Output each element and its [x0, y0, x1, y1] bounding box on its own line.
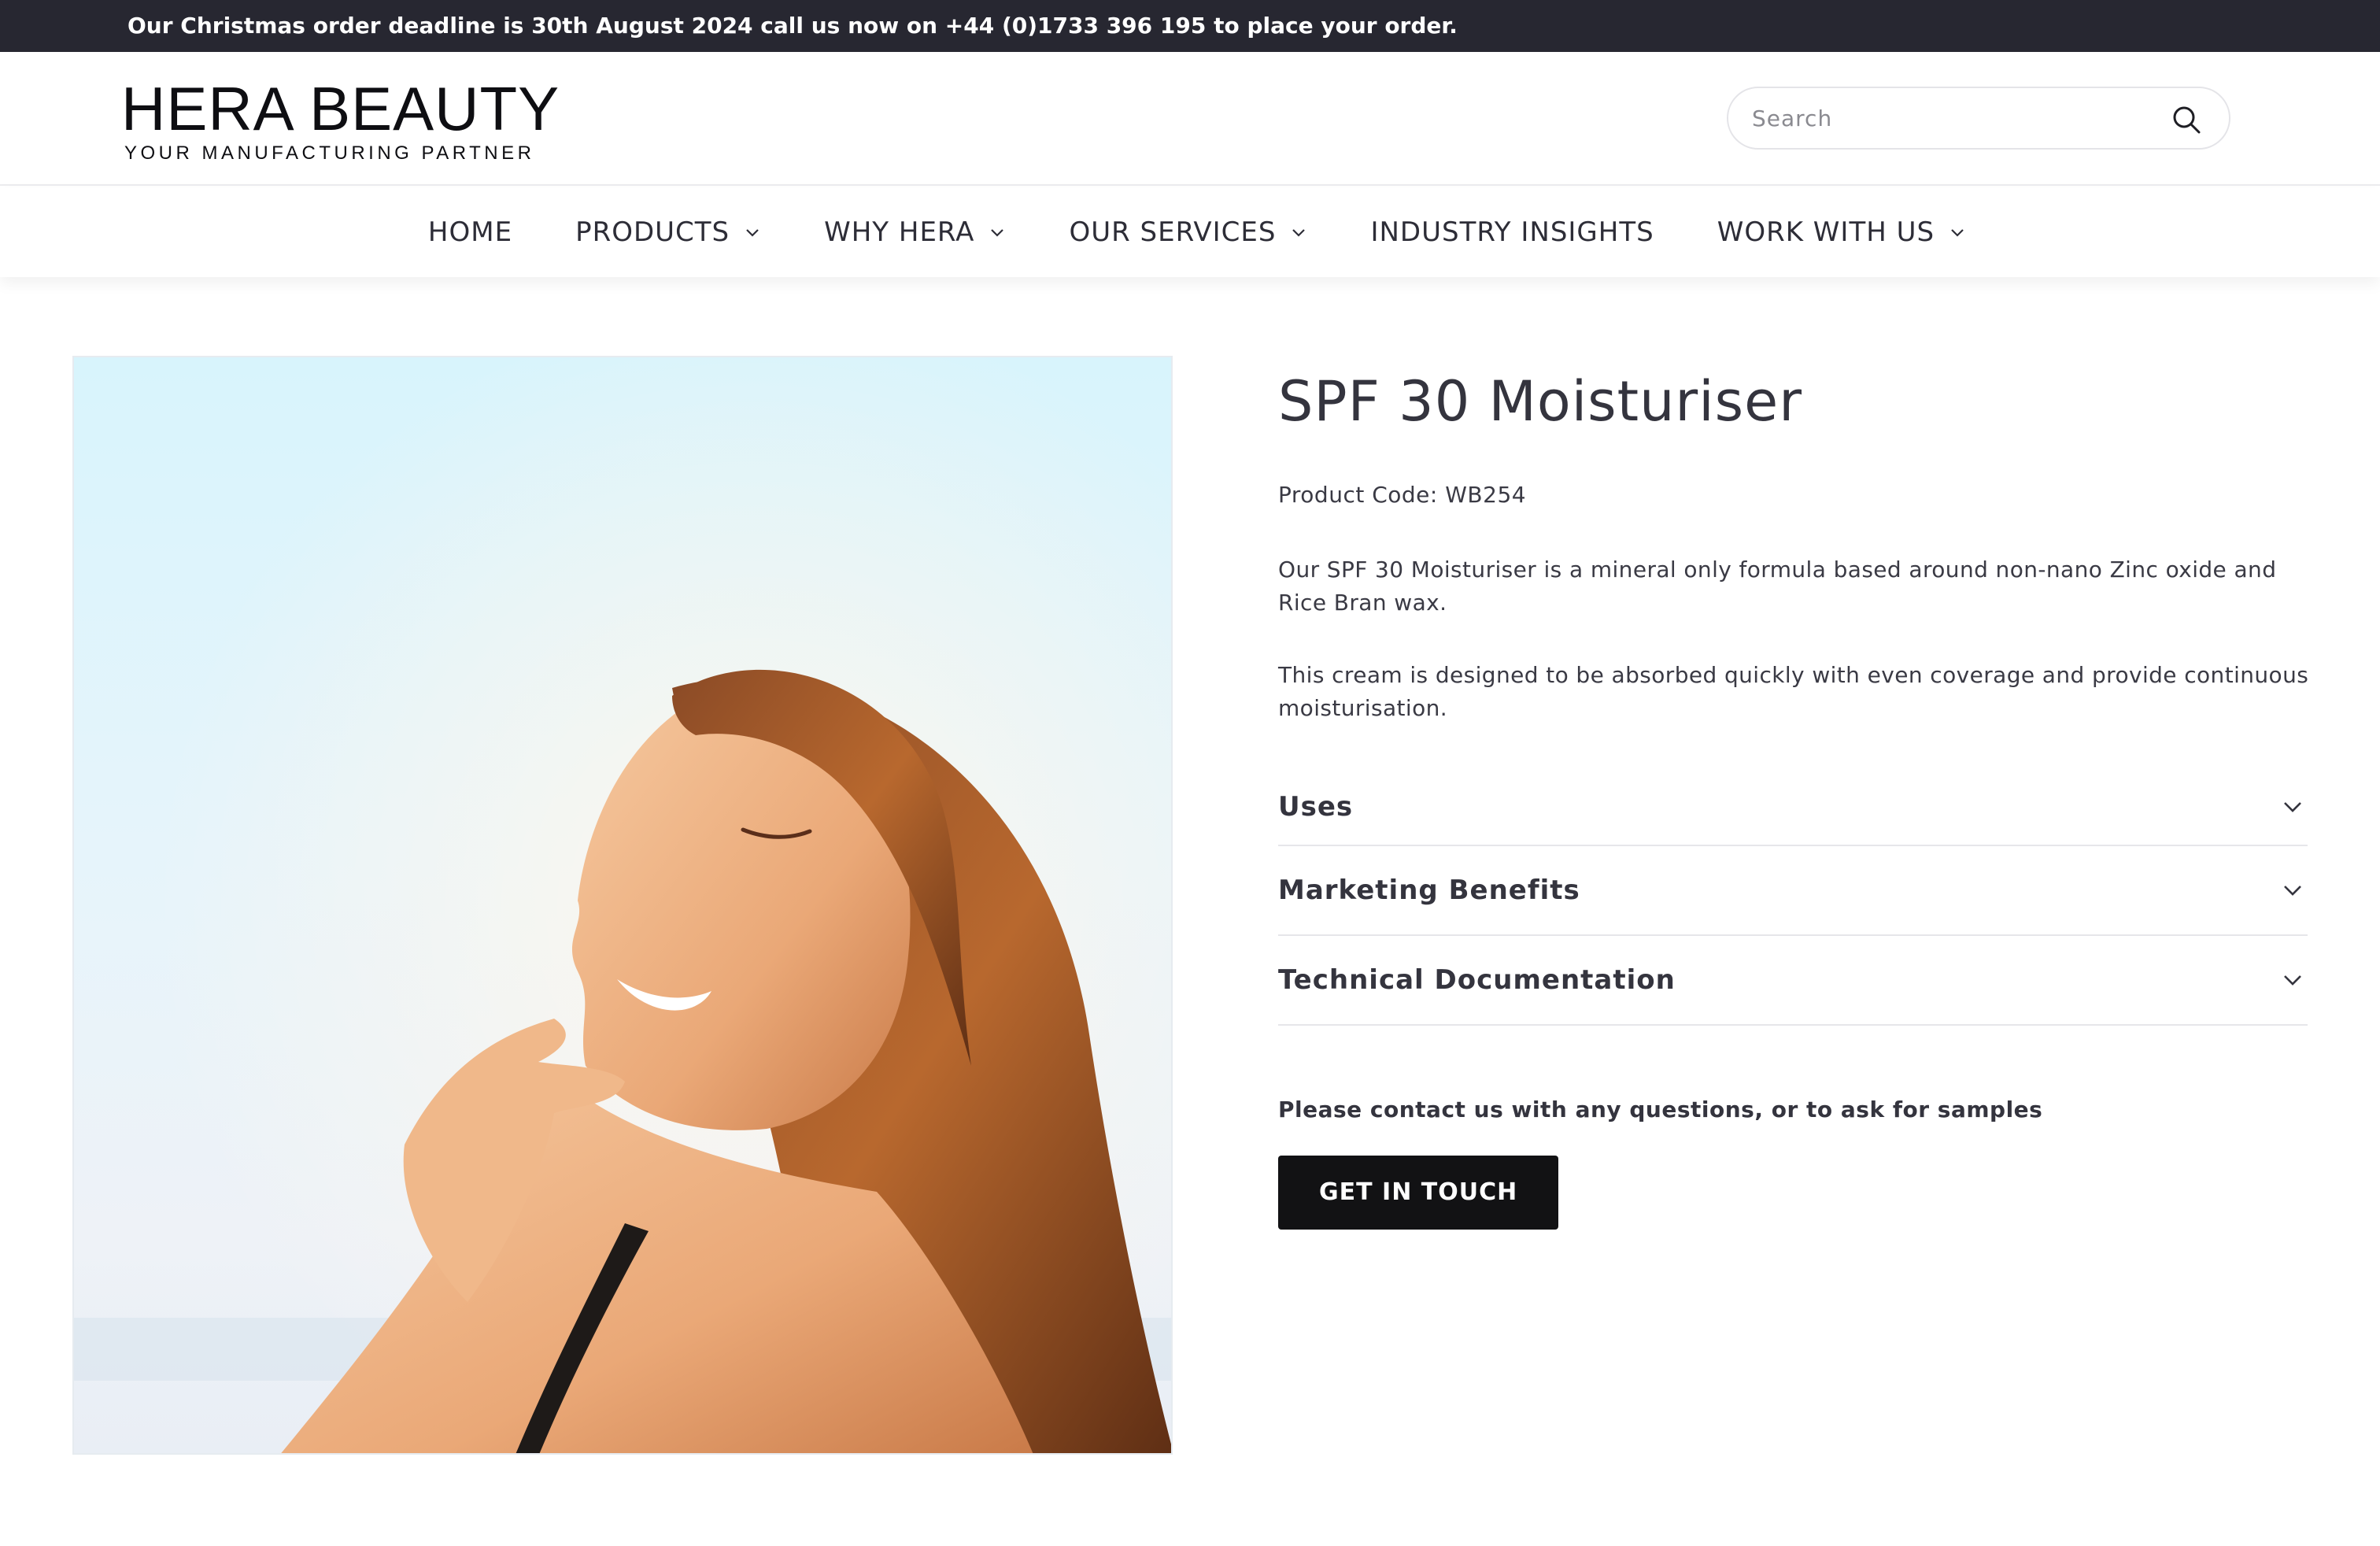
nav-item-industry-insights[interactable]: INDUSTRY INSIGHTS — [1370, 216, 1654, 248]
chevron-down-icon — [746, 229, 759, 237]
nav-item-label: HOME — [427, 216, 513, 248]
nav-item-home[interactable]: HOME — [428, 216, 512, 248]
product-description: Our SPF 30 Moisturiser is a mineral only… — [1278, 557, 2277, 616]
nav-item-why-hera[interactable]: WHY HERA — [824, 216, 1006, 248]
chevron-down-icon — [2284, 886, 2301, 896]
accordion-label: Marketing Benefits — [1278, 875, 1580, 906]
chevron-down-icon — [991, 229, 1004, 237]
accordion-label: Technical Documentation — [1278, 964, 1676, 996]
search-box — [1727, 87, 2230, 150]
nav-item-our-services[interactable]: OUR SERVICES — [1069, 216, 1307, 248]
nav-item-work-with-us[interactable]: WORK WITH US — [1717, 216, 1966, 248]
product-title: SPF 30 Moisturiser — [1278, 369, 1802, 434]
contact-prompt: Please contact us with any questions, or… — [1278, 1097, 2043, 1123]
nav-item-label: WHY HERA — [824, 216, 975, 248]
product-code: Product Code: WB254 — [1278, 482, 1527, 508]
nav-item-label: INDUSTRY INSIGHTS — [1370, 216, 1654, 248]
chevron-down-icon — [1951, 229, 1964, 237]
accordion-technical-documentation[interactable]: Technical Documentation — [1278, 936, 2308, 1026]
nav-item-label: WORK WITH US — [1717, 216, 1935, 248]
nav-item-products[interactable]: PRODUCTS — [575, 216, 761, 248]
chevron-down-icon — [2284, 975, 2301, 986]
get-in-touch-button[interactable]: GET IN TOUCH — [1278, 1156, 1559, 1230]
brand-tagline: YOUR MANUFACTURING PARTNER — [124, 142, 535, 164]
search-input[interactable] — [1752, 98, 2145, 139]
accordion-marketing-benefits[interactable]: Marketing Benefits — [1278, 846, 2308, 936]
accordion-label: Uses — [1278, 791, 1354, 823]
accordion-uses[interactable]: Uses — [1278, 769, 2308, 846]
main-nav: HOME PRODUCTS WHY HERA OUR SERVICES INDU… — [0, 187, 2380, 277]
chevron-down-icon — [1292, 229, 1306, 237]
product-accordion: Uses Marketing Benefits Technical Docume… — [1278, 769, 2308, 1026]
nav-item-label: PRODUCTS — [575, 216, 730, 248]
chevron-down-icon — [2284, 802, 2301, 812]
product-image — [72, 356, 1173, 1455]
brand-name: HERA BEAUTY — [121, 74, 560, 143]
site-header: HERA BEAUTY YOUR MANUFACTURING PARTNER — [0, 52, 2380, 186]
nav-item-label: OUR SERVICES — [1069, 216, 1277, 248]
search-icon[interactable] — [2171, 104, 2202, 135]
brand-logo[interactable]: HERA BEAUTY YOUR MANUFACTURING PARTNER — [121, 76, 560, 165]
product-info: SPF 30 Moisturiser Product Code: WB254 O… — [1278, 362, 2309, 1230]
announcement-bar: Our Christmas order deadline is 30th Aug… — [0, 0, 2380, 52]
product-photo — [74, 357, 1171, 1453]
product-description: This cream is designed to be absorbed qu… — [1278, 662, 2309, 721]
